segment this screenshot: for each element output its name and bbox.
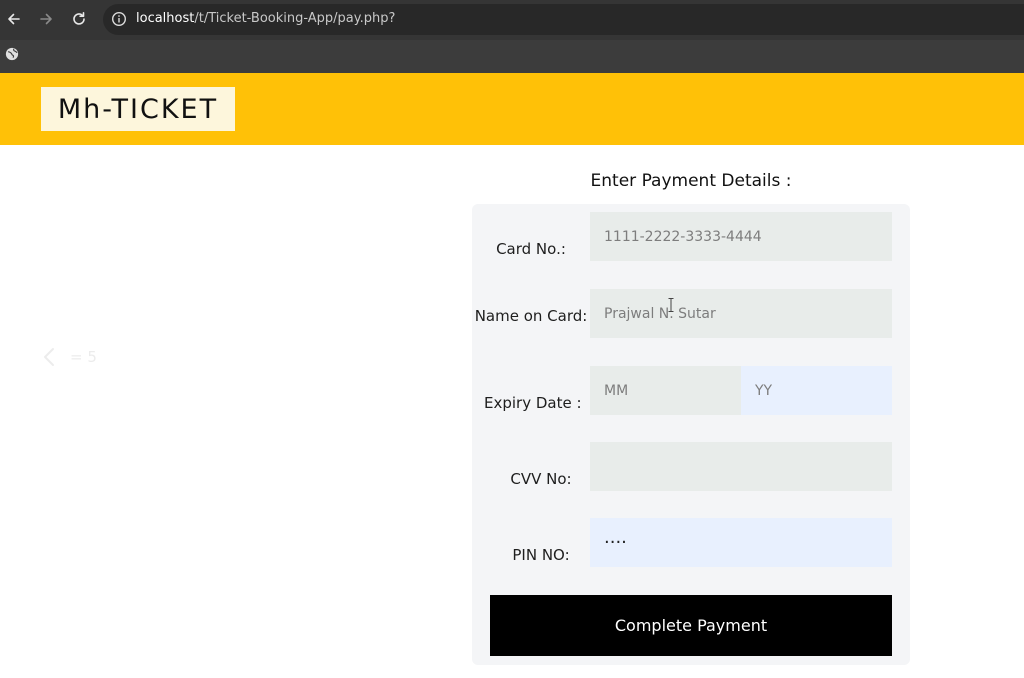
pin-label: PIN NO: <box>512 546 570 564</box>
pin-input[interactable] <box>590 518 892 567</box>
expiry-year-input[interactable] <box>741 366 892 415</box>
carousel-controls: = 5 <box>42 345 97 369</box>
reload-button[interactable] <box>68 8 90 30</box>
forward-arrow-icon <box>40 13 52 25</box>
cvv-label: CVV No: <box>510 470 572 488</box>
name-on-card-label: Name on Card: <box>474 307 588 325</box>
site-header: Mh-TICKET <box>0 73 1024 145</box>
forward-button[interactable] <box>35 8 57 30</box>
address-bar[interactable]: localhost/t/Ticket-Booking-App/pay.php? <box>103 4 1024 35</box>
card-no-label: Card No.: <box>496 240 566 258</box>
browser-toolbar: localhost/t/Ticket-Booking-App/pay.php? <box>0 0 1024 40</box>
bookmarks-bar <box>0 40 1024 73</box>
site-info-icon[interactable] <box>111 11 127 27</box>
site-logo[interactable]: Mh-TICKET <box>41 87 235 131</box>
globe-icon[interactable] <box>5 47 19 61</box>
url-text[interactable]: localhost/t/Ticket-Booking-App/pay.php? <box>136 11 395 26</box>
url-path: /t/Ticket-Booking-App/pay.php? <box>194 11 396 26</box>
carousel-counter: = 5 <box>70 348 97 366</box>
reload-icon <box>73 12 85 25</box>
chevron-left-icon[interactable] <box>42 347 56 367</box>
back-button[interactable] <box>3 8 25 30</box>
cvv-input[interactable] <box>590 442 892 491</box>
form-title: Enter Payment Details : <box>590 171 792 191</box>
complete-payment-button[interactable]: Complete Payment <box>490 595 892 656</box>
back-arrow-icon <box>8 13 20 25</box>
expiry-month-input[interactable] <box>590 366 741 415</box>
browser-chrome: localhost/t/Ticket-Booking-App/pay.php? <box>0 0 1024 73</box>
name-on-card-input[interactable] <box>590 289 892 338</box>
card-no-input[interactable] <box>590 212 892 261</box>
text-cursor-icon <box>668 298 674 312</box>
url-host: localhost <box>136 11 195 26</box>
payment-form: Card No.: Name on Card: Expiry Date : CV… <box>472 204 910 665</box>
expiry-date-label: Expiry Date : <box>484 394 582 412</box>
